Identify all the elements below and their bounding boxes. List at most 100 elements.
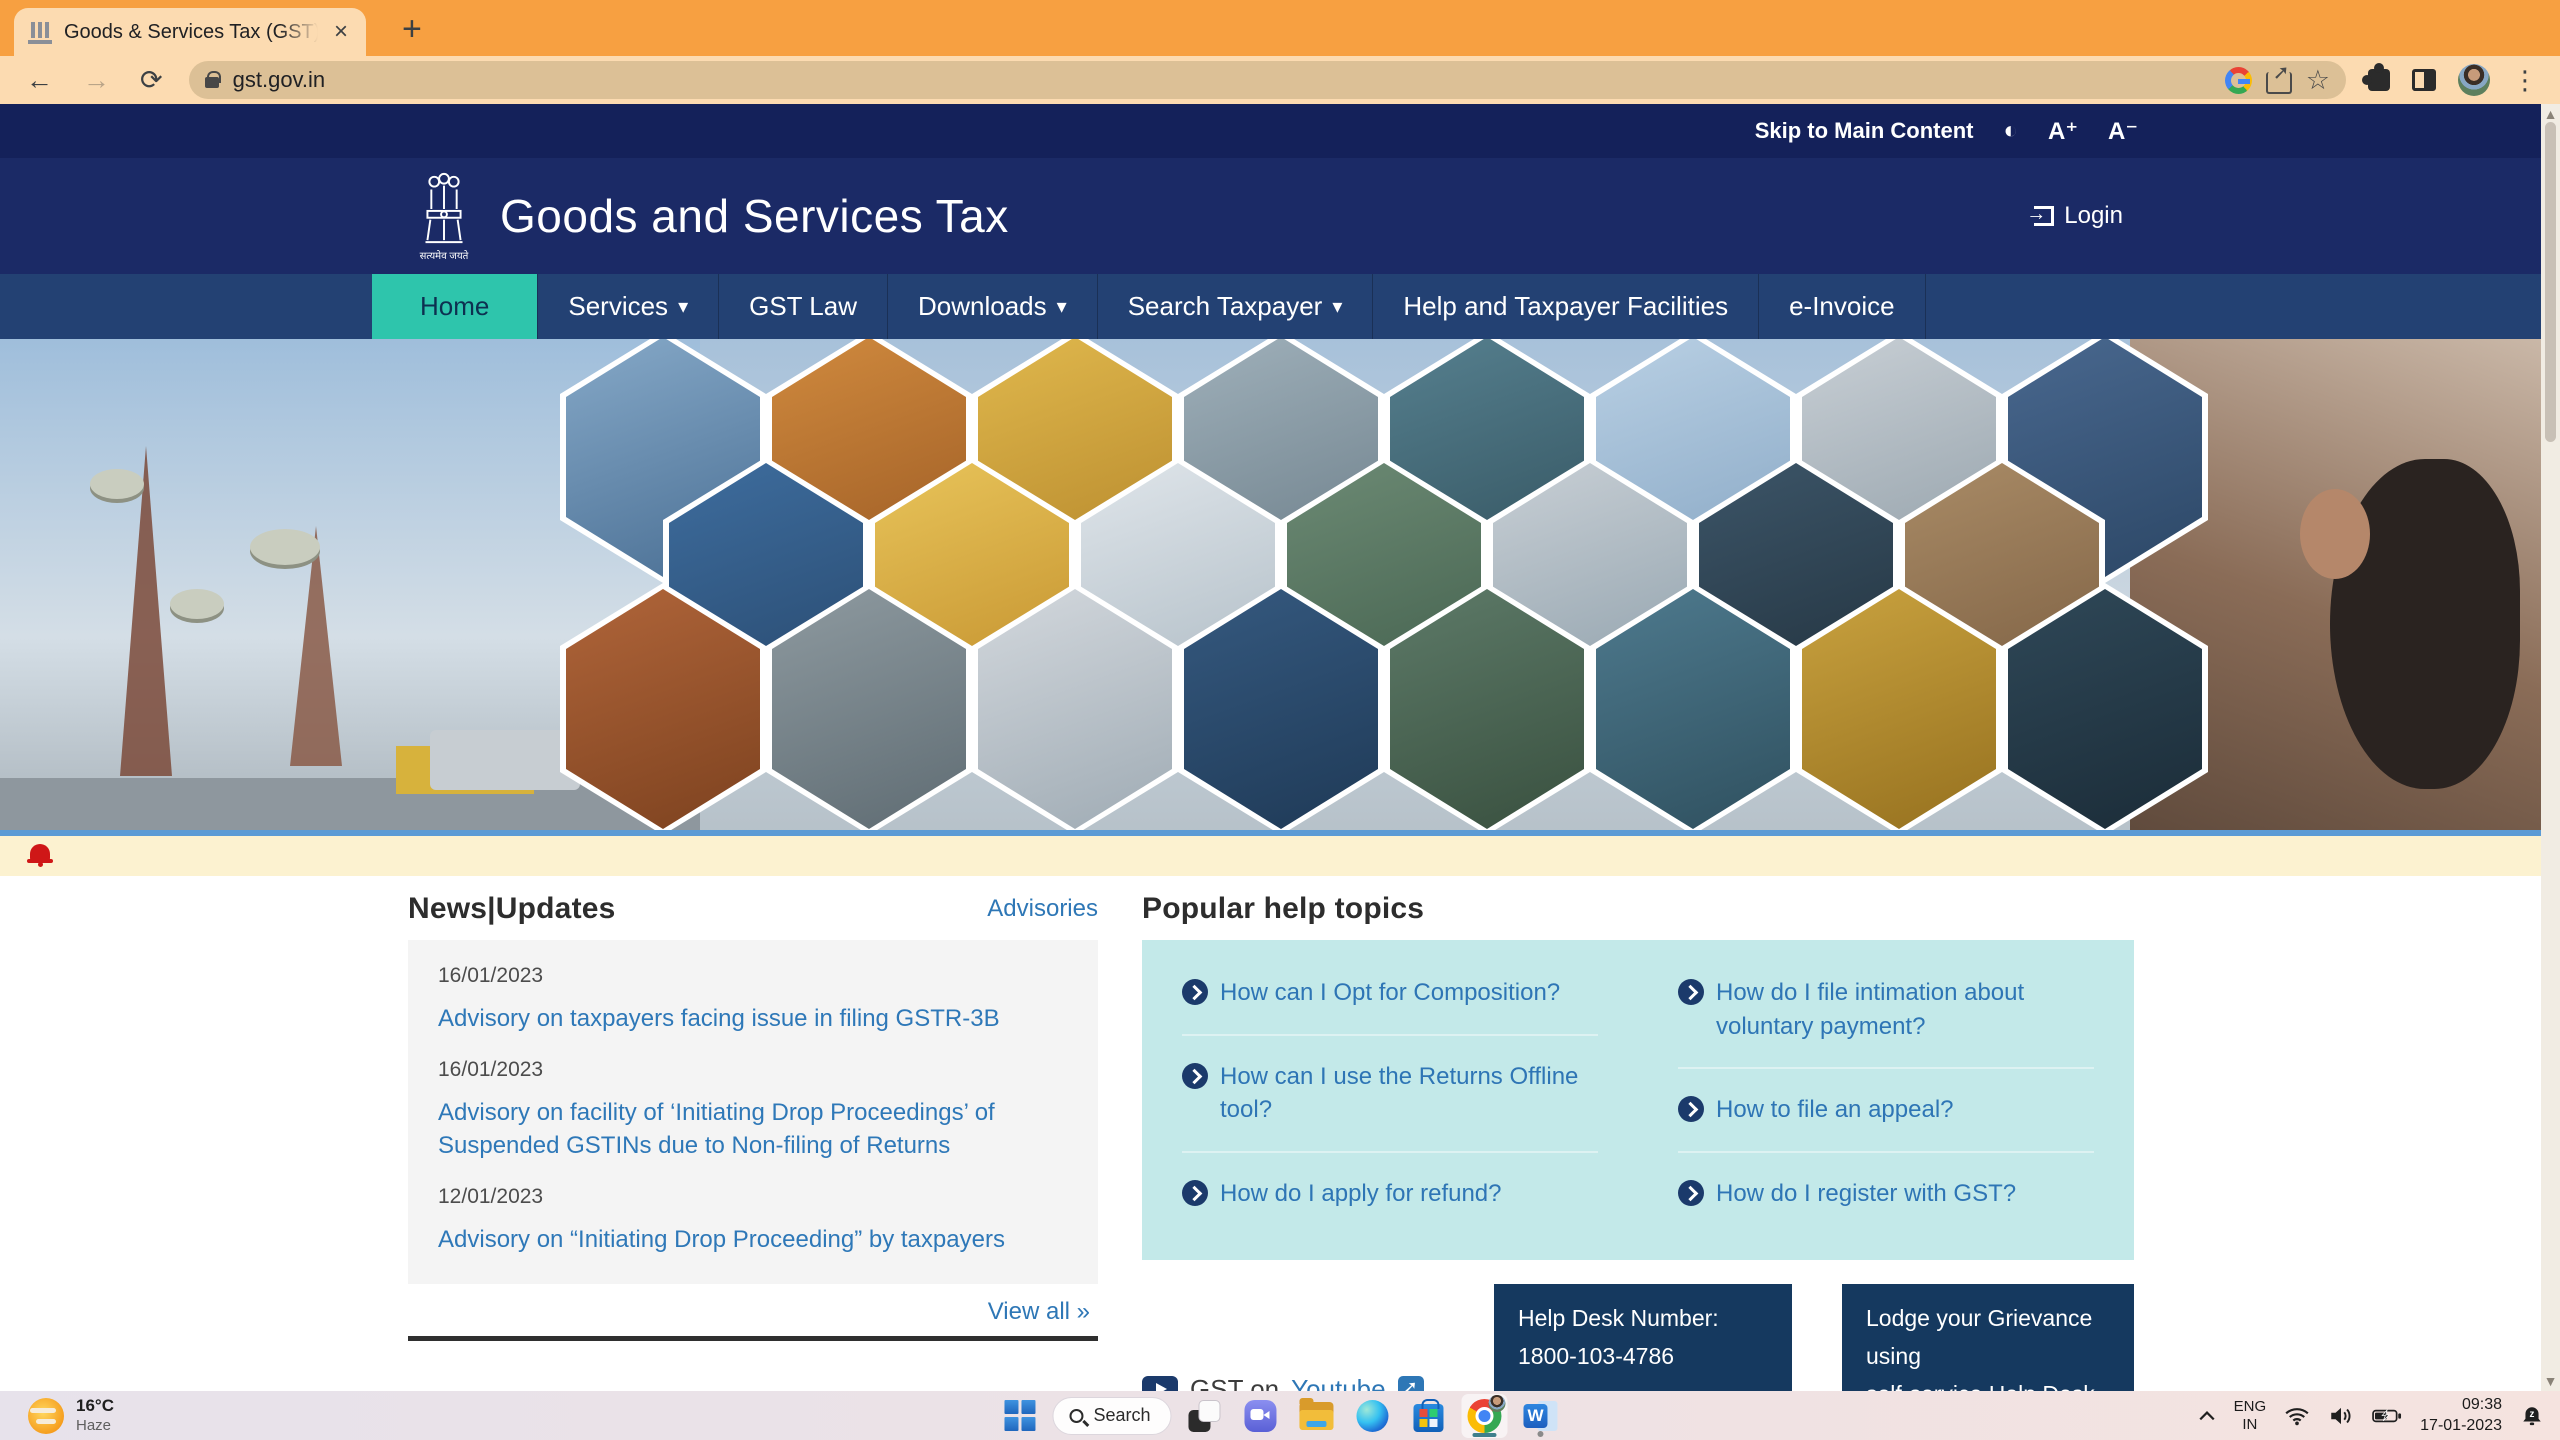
- font-decrease-button[interactable]: A⁻: [2108, 117, 2138, 146]
- india-emblem-icon: सत्यमेव जयते: [420, 170, 468, 262]
- help-topic-link[interactable]: How to file an appeal?: [1716, 1093, 1954, 1127]
- clock-widget[interactable]: 09:38 17-01-2023: [2420, 1395, 2502, 1437]
- help-topic-link[interactable]: How can I use the Returns Offline tool?: [1220, 1060, 1598, 1127]
- notification-bell-dnd-icon[interactable]: z: [2520, 1405, 2544, 1427]
- edge-button[interactable]: [1350, 1394, 1396, 1438]
- nav-item[interactable]: Services: [537, 274, 718, 339]
- address-bar[interactable]: gst.gov.in ☆: [189, 61, 2346, 99]
- tray-chevron-up-icon[interactable]: [2198, 1410, 2216, 1422]
- news-item-link[interactable]: Advisory on taxpayers facing issue in fi…: [438, 1002, 1068, 1036]
- news-item: 16/01/2023 Advisory on facility of ‘Init…: [438, 1058, 1068, 1163]
- browser-tab[interactable]: Goods & Services Tax (GST) | Hon ×: [14, 8, 366, 56]
- scrollbar-thumb[interactable]: [2545, 122, 2556, 442]
- weather-temp: 16°C: [76, 1396, 114, 1416]
- file-explorer-icon: [1300, 1402, 1334, 1430]
- nav-item[interactable]: Search Taxpayer: [1097, 274, 1373, 339]
- task-view-button[interactable]: [1182, 1394, 1228, 1438]
- nav-item[interactable]: e-Invoice: [1758, 274, 1926, 339]
- scroll-up-icon[interactable]: ▲: [2544, 107, 2558, 121]
- windows-taskbar: 16°C Haze Search: [0, 1391, 2560, 1440]
- taskbar-search[interactable]: Search: [1052, 1397, 1171, 1435]
- sign-in-icon: [2034, 206, 2054, 226]
- help-desk-label: Help Desk Number:: [1518, 1300, 1768, 1338]
- page-scrollbar[interactable]: ▲ ▼: [2541, 104, 2560, 1391]
- help-topic-item[interactable]: How do I apply for refund?: [1182, 1153, 1598, 1235]
- news-ticker-strip: [0, 836, 2560, 876]
- help-topic-item[interactable]: How do I file intimation about voluntary…: [1678, 952, 2094, 1069]
- microsoft-store-icon: [1414, 1404, 1444, 1432]
- browser-menu-icon[interactable]: ⋮: [2504, 65, 2546, 96]
- nav-item[interactable]: GST Law: [718, 274, 887, 339]
- contrast-toggle-icon[interactable]: ◐: [2004, 117, 2019, 145]
- svg-text:z: z: [2530, 1409, 2535, 1420]
- wifi-icon[interactable]: [2284, 1406, 2310, 1426]
- accessibility-bar: Skip to Main Content ◐ A⁺ A⁻: [0, 104, 2560, 158]
- arrow-circle-right-icon: [1678, 979, 1704, 1005]
- tab-favicon-emblem-icon: [28, 20, 52, 44]
- bookmark-star-icon[interactable]: ☆: [2306, 67, 2330, 94]
- weather-widget[interactable]: 16°C Haze: [20, 1391, 122, 1440]
- active-window-indicator: [1473, 1433, 1497, 1437]
- tab-close-icon[interactable]: ×: [330, 18, 352, 46]
- arrow-circle-right-icon: [1182, 1063, 1208, 1089]
- weather-haze-icon: [28, 1398, 64, 1434]
- word-icon: W: [1524, 1401, 1558, 1431]
- news-item-link[interactable]: Advisory on facility of ‘Initiating Drop…: [438, 1096, 1068, 1163]
- font-increase-button[interactable]: A⁺: [2048, 117, 2078, 146]
- time-text: 09:38: [2420, 1395, 2502, 1416]
- help-topic-link[interactable]: How do I register with GST?: [1716, 1177, 2016, 1211]
- language-line2: IN: [2234, 1416, 2267, 1434]
- help-desk-number: 1800-103-4786: [1518, 1338, 1768, 1376]
- google-logo-icon[interactable]: [2225, 67, 2252, 94]
- profile-avatar[interactable]: [2458, 64, 2490, 96]
- reload-icon[interactable]: ⟳: [128, 67, 175, 94]
- emblem-caption: सत्यमेव जयते: [420, 248, 469, 262]
- help-topic-item[interactable]: How do I register with GST?: [1678, 1153, 2094, 1235]
- help-topic-item[interactable]: How can I Opt for Composition?: [1182, 952, 1598, 1036]
- help-topic-link[interactable]: How do I apply for refund?: [1220, 1177, 1502, 1211]
- chrome-button-active[interactable]: [1462, 1394, 1508, 1438]
- main-content: News|Updates Advisories 16/01/2023 Advis…: [0, 876, 2560, 1440]
- arrow-circle-right-icon: [1182, 1180, 1208, 1206]
- word-button[interactable]: W: [1518, 1394, 1564, 1438]
- advisories-link[interactable]: Advisories: [987, 895, 1098, 923]
- nav-item[interactable]: Downloads: [887, 274, 1097, 339]
- extensions-icon[interactable]: [2368, 69, 2390, 91]
- share-icon[interactable]: [2266, 72, 2292, 94]
- help-topics-box: How can I Opt for Composition? How can I…: [1142, 940, 2134, 1260]
- weather-condition: Haze: [76, 1417, 114, 1435]
- login-button[interactable]: Login: [2034, 202, 2123, 230]
- help-topic-item[interactable]: How can I use the Returns Offline tool?: [1182, 1036, 1598, 1153]
- language-indicator[interactable]: ENG IN: [2234, 1398, 2267, 1434]
- news-item: 16/01/2023 Advisory on taxpayers facing …: [438, 964, 1068, 1036]
- hero-banner-image: [0, 339, 2560, 836]
- microsoft-store-button[interactable]: [1406, 1394, 1452, 1438]
- volume-icon[interactable]: [2328, 1406, 2354, 1426]
- browser-toolbar: ← → ⟳ gst.gov.in ☆ ⋮: [0, 56, 2560, 104]
- news-item-link[interactable]: Advisory on “Initiating Drop Proceeding”…: [438, 1223, 1068, 1257]
- help-topic-link[interactable]: How do I file intimation about voluntary…: [1716, 976, 2094, 1043]
- chat-button[interactable]: [1238, 1394, 1284, 1438]
- arrow-circle-right-icon: [1678, 1180, 1704, 1206]
- new-tab-button[interactable]: +: [392, 12, 432, 46]
- battery-charging-icon[interactable]: [2372, 1408, 2402, 1424]
- help-topic-item[interactable]: How to file an appeal?: [1678, 1069, 2094, 1153]
- grievance-line1: Lodge your Grievance using: [1866, 1300, 2110, 1376]
- help-topic-link[interactable]: How can I Opt for Composition?: [1220, 976, 1560, 1010]
- skip-to-main-content-link[interactable]: Skip to Main Content: [1755, 118, 1974, 144]
- start-button[interactable]: [996, 1394, 1042, 1438]
- nav-item[interactable]: Help and Taxpayer Facilities: [1372, 274, 1758, 339]
- task-view-icon: [1189, 1400, 1221, 1432]
- chrome-profile-badge: [1489, 1395, 1506, 1412]
- edge-icon: [1357, 1400, 1389, 1432]
- file-explorer-button[interactable]: [1294, 1394, 1340, 1438]
- back-icon[interactable]: ←: [14, 67, 65, 94]
- view-all-link[interactable]: View all »: [988, 1298, 1090, 1325]
- nav-item[interactable]: Home: [372, 274, 537, 339]
- side-panel-icon[interactable]: [2412, 69, 2436, 91]
- arrow-circle-right-icon: [1182, 979, 1208, 1005]
- main-navigation: Home Services GST Law Downloads Search T…: [0, 274, 2560, 339]
- chat-icon: [1245, 1400, 1277, 1432]
- url-text[interactable]: gst.gov.in: [233, 67, 2211, 93]
- scroll-down-icon[interactable]: ▼: [2544, 1374, 2558, 1388]
